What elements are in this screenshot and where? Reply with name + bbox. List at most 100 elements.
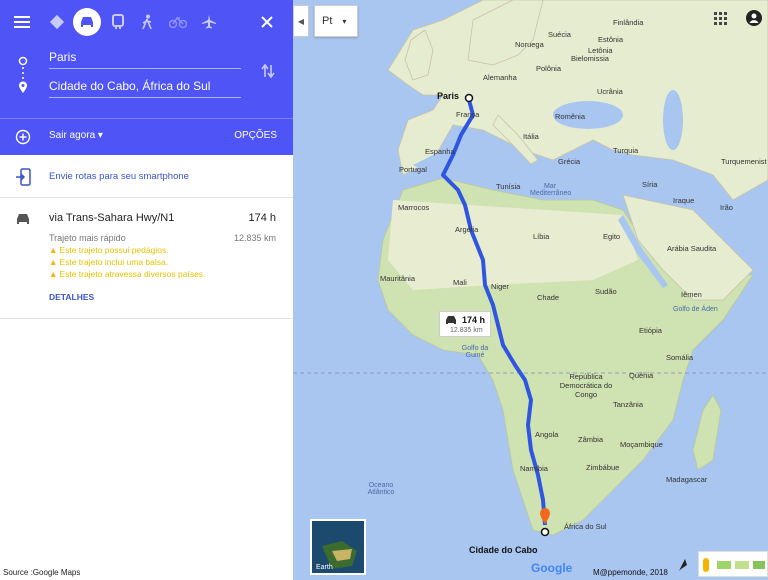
- bike-mode-icon[interactable]: [166, 10, 190, 34]
- map-label: Zâmbia: [578, 435, 604, 444]
- menu-icon[interactable]: [10, 10, 34, 34]
- options-button[interactable]: OPÇÕES: [234, 130, 277, 141]
- map-label: Polônia: [536, 64, 562, 73]
- origin-input[interactable]: Paris: [49, 49, 241, 69]
- compass-icon[interactable]: [673, 555, 693, 575]
- map-credit: M@ppemonde, 2018: [593, 568, 668, 577]
- map-label: Arábia Saudita: [667, 244, 717, 253]
- details-link[interactable]: DETALHES: [49, 292, 94, 302]
- destination-pin-icon: [18, 81, 28, 93]
- origin-city-label: Paris: [437, 91, 460, 101]
- apps-grid-icon[interactable]: [714, 12, 728, 26]
- route-warning: ▲ Este trajeto possui pedágios.: [49, 245, 169, 255]
- map-label: Síria: [642, 180, 658, 189]
- directions-panel: Paris Cidade do Cabo, África do Sul Sair…: [0, 0, 293, 580]
- route-title: via Trans-Sahara Hwy/N1: [49, 212, 175, 224]
- send-to-phone-label: Envie rotas para seu smartphone: [49, 171, 189, 182]
- route-option[interactable]: via Trans-Sahara Hwy/N1 174 h Trajeto ma…: [0, 199, 293, 319]
- map-label: Turquia: [613, 146, 639, 155]
- app-root: Paris Cidade do Cabo, África do Sul Sair…: [0, 0, 768, 580]
- warning-icon: ▲: [49, 245, 58, 255]
- flight-mode-icon[interactable]: [197, 10, 221, 34]
- earth-view-toggle[interactable]: Earth: [310, 519, 366, 575]
- map-label: Irão: [720, 203, 733, 212]
- map-label: França: [456, 110, 480, 119]
- chevron-down-icon: ▾: [342, 16, 347, 26]
- swap-directions-icon[interactable]: [256, 59, 280, 83]
- map-label: Grécia: [558, 157, 581, 166]
- map-label: Marrocos: [398, 203, 430, 212]
- directions-header: Paris Cidade do Cabo, África do Sul Sair…: [0, 0, 293, 155]
- map-label: Quênia: [629, 371, 654, 380]
- sea-label: Golfo de Áden: [673, 306, 718, 313]
- map-label: Romênia: [555, 112, 586, 121]
- transit-mode-icon[interactable]: [106, 10, 130, 34]
- warning-icon: ▲: [49, 269, 58, 279]
- map-label: Mauritânia: [380, 274, 416, 283]
- close-icon[interactable]: [255, 10, 279, 34]
- earth-label: Earth: [316, 564, 333, 571]
- map-label: Estônia: [598, 35, 624, 44]
- map-label: República Democrática do Congo: [559, 372, 613, 399]
- map-label: África do Sul: [564, 522, 607, 531]
- map-label: Suécia: [548, 30, 571, 39]
- walk-mode-icon[interactable]: [135, 10, 159, 34]
- map-label: Angola: [535, 430, 559, 439]
- map-label: Chade: [537, 293, 560, 302]
- map-canvas[interactable]: Finlândia Suécia Noruega Estônia Letônia…: [293, 0, 768, 580]
- map-label: Namíbia: [520, 464, 548, 473]
- map-label: Mali: [453, 278, 467, 287]
- map-label: Moçambique: [620, 440, 663, 449]
- route-warning: ▲ Este trajeto inclui uma balsa.: [49, 257, 168, 267]
- map-label: Tanzânia: [613, 400, 644, 409]
- map-label: Zimbábue: [586, 463, 620, 472]
- leave-now-label: Sair agora: [49, 130, 96, 141]
- collapse-panel-button[interactable]: ◀: [293, 5, 309, 37]
- map-label: Ucrânia: [597, 87, 623, 96]
- map-label: Espanha: [425, 147, 455, 156]
- street-view-controls[interactable]: [698, 551, 768, 577]
- account-avatar[interactable]: [746, 10, 762, 26]
- destination-input[interactable]: Cidade do Cabo, África do Sul: [49, 78, 241, 98]
- warning-text: Este trajeto possui pedágios.: [59, 245, 169, 255]
- sea-label: Mar Mediterrâneo: [530, 183, 572, 197]
- map-label: Alemanha: [483, 73, 517, 82]
- travel-mode-bar: [0, 8, 293, 36]
- add-stop-icon[interactable]: [11, 125, 35, 149]
- car-icon: [11, 207, 35, 231]
- departure-options-bar: Sair agora ▾ OPÇÕES: [0, 118, 293, 155]
- map-label: Madagascar: [666, 475, 708, 484]
- map-label: Noruega: [515, 40, 544, 49]
- source-caption: Source :Google Maps: [3, 568, 81, 577]
- divider: [0, 118, 293, 119]
- map-label: Líbia: [533, 232, 550, 241]
- sea-label: Oceano Atlântico: [367, 482, 395, 496]
- car-mode-icon[interactable]: [73, 8, 101, 36]
- origin-marker-icon: [18, 53, 28, 66]
- route-distance: 12.835 km: [233, 233, 276, 243]
- map-label: Niger: [491, 282, 509, 291]
- map-label: Itália: [523, 132, 539, 141]
- route-time: 174 h: [248, 212, 276, 224]
- warning-text: Este trajeto atravessa diversos países.: [59, 269, 206, 279]
- language-value: Pt: [322, 15, 333, 27]
- google-logo-text: Google: [531, 561, 573, 575]
- badge-distance: 12.835 km: [450, 327, 483, 334]
- map-label: Iraque: [673, 196, 695, 205]
- leave-now-dropdown[interactable]: Sair agora ▾: [49, 130, 103, 141]
- map-label: Turquemenist: [721, 157, 767, 166]
- route-time-badge[interactable]: 174 h 12.835 km: [439, 311, 491, 337]
- send-to-phone-row[interactable]: Envie rotas para seu smartphone: [0, 155, 293, 198]
- map-label: Bielomissia: [571, 54, 609, 63]
- route-connector: [22, 67, 24, 82]
- warning-text: Este trajeto inclui uma balsa.: [59, 257, 169, 267]
- map-label: Etiópia: [639, 326, 662, 335]
- badge-time: 174 h: [462, 315, 486, 325]
- map-label: Portugal: [399, 165, 427, 174]
- warning-icon: ▲: [49, 257, 58, 267]
- map-label: Egito: [603, 232, 621, 241]
- google-logo: Google: [531, 561, 572, 575]
- language-select[interactable]: Pt ▾: [314, 5, 358, 37]
- best-route-icon[interactable]: [45, 10, 69, 34]
- map-label: Somália: [666, 353, 694, 362]
